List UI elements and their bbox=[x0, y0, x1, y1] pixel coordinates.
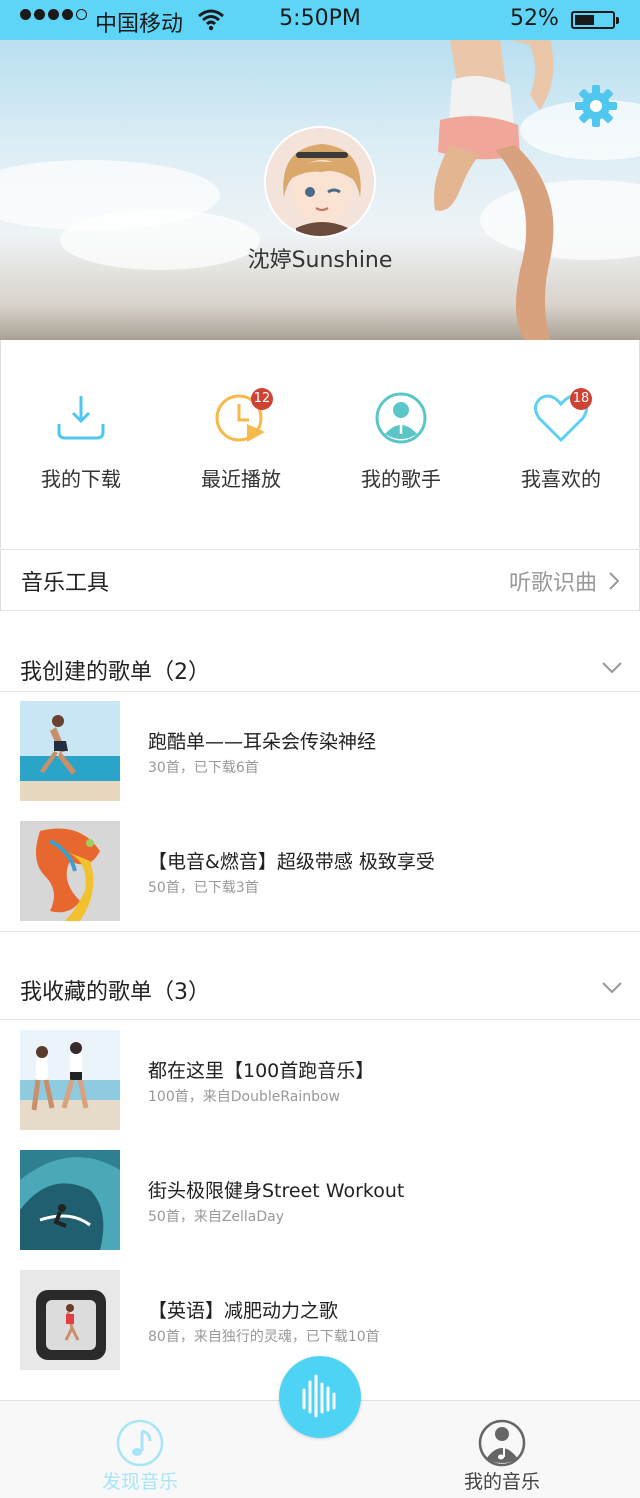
sound-wave-icon bbox=[302, 1374, 336, 1418]
music-tools-row[interactable]: 音乐工具 听歌识曲 bbox=[0, 550, 640, 610]
playlist-meta: 50首，已下载3首 bbox=[148, 880, 259, 896]
my-singers-label: 我的歌手 bbox=[361, 467, 441, 491]
recent-play-button[interactable]: 12 最近播放 bbox=[161, 388, 321, 498]
my-downloads-button[interactable]: 我的下载 bbox=[1, 388, 161, 498]
settings-gear-icon[interactable] bbox=[572, 82, 620, 130]
chevron-down-icon[interactable] bbox=[602, 662, 622, 674]
divider bbox=[0, 931, 640, 932]
playlist-row[interactable]: 街头极限健身Street Workout 50首，来自ZellaDay bbox=[0, 1140, 640, 1260]
playlist-meta: 100首，来自DoubleRainbow bbox=[148, 1089, 340, 1105]
playlist-name: 街头极限健身Street Workout bbox=[148, 1180, 405, 1202]
battery-icon bbox=[571, 11, 619, 29]
playlist-cover bbox=[20, 1270, 120, 1370]
playlist-name: 【英语】减肥动力之歌 bbox=[148, 1300, 339, 1322]
divider bbox=[0, 610, 640, 611]
username: 沈婷Sunshine bbox=[247, 248, 393, 273]
music-tools-title: 音乐工具 bbox=[21, 571, 110, 596]
playlist-meta: 50首，来自ZellaDay bbox=[148, 1209, 285, 1225]
playlist-row[interactable]: 跑酷单——耳朵会传染神经 30首，已下载6首 bbox=[0, 691, 640, 811]
recent-play-badge: 12 bbox=[251, 388, 273, 410]
favorites-badge: 18 bbox=[570, 388, 592, 410]
recent-play-label: 最近播放 bbox=[201, 467, 281, 491]
song-recognition-link[interactable]: 听歌识曲 bbox=[509, 565, 619, 597]
collected-playlists-title: 我收藏的歌单（3） bbox=[20, 980, 210, 1005]
my-singers-button[interactable]: 我的歌手 bbox=[321, 388, 481, 498]
my-favorites-button[interactable]: 18 我喜欢的 bbox=[481, 388, 640, 498]
playlist-name: 跑酷单——耳朵会传染神经 bbox=[148, 731, 377, 753]
my-music-icon bbox=[478, 1419, 526, 1467]
playlist-cover bbox=[20, 701, 120, 801]
playlist-meta: 30首，已下载6首 bbox=[148, 760, 259, 776]
download-icon bbox=[57, 396, 105, 440]
playlist-name: 【电音&燃音】超级带感 极致享受 bbox=[148, 851, 435, 873]
battery-percent: 52% bbox=[510, 6, 559, 31]
play-center-button[interactable] bbox=[279, 1356, 361, 1438]
created-playlists-title: 我创建的歌单（2） bbox=[20, 660, 210, 685]
playlist-name: 都在这里【100首跑音乐】 bbox=[148, 1060, 375, 1082]
tab-discover-music[interactable]: 发现音乐 bbox=[40, 1401, 240, 1498]
music-note-icon bbox=[116, 1419, 164, 1467]
collected-playlists-header[interactable]: 我收藏的歌单（3） bbox=[0, 960, 640, 1020]
tab-my-music-label: 我的音乐 bbox=[463, 1471, 540, 1493]
status-bar: 中国移动 5:50PM 52% bbox=[0, 0, 640, 40]
avatar[interactable] bbox=[264, 126, 376, 238]
singer-icon bbox=[375, 392, 427, 444]
chevron-right-icon bbox=[609, 572, 619, 590]
playlist-cover bbox=[20, 1030, 120, 1130]
my-favorites-label: 我喜欢的 bbox=[521, 467, 601, 491]
playlist-cover bbox=[20, 1150, 120, 1250]
tab-discover-label: 发现音乐 bbox=[101, 1471, 178, 1493]
chevron-down-icon[interactable] bbox=[602, 982, 622, 994]
profile-header: 沈婷Sunshine bbox=[0, 40, 640, 340]
playlist-row[interactable]: 都在这里【100首跑音乐】 100首，来自DoubleRainbow bbox=[0, 1020, 640, 1140]
quick-actions: 我的下载 12 最近播放 我的歌手 18 我喜欢的 bbox=[0, 340, 640, 548]
tab-my-music[interactable]: 我的音乐 bbox=[402, 1401, 602, 1498]
playlist-meta: 80首，来自独行的灵魂，已下载10首 bbox=[148, 1329, 380, 1345]
playlist-row[interactable]: 【电音&燃音】超级带感 极致享受 50首，已下载3首 bbox=[0, 811, 640, 931]
song-recognition-label: 听歌识曲 bbox=[508, 571, 597, 596]
my-downloads-label: 我的下载 bbox=[41, 467, 121, 491]
playlist-cover bbox=[20, 821, 120, 921]
